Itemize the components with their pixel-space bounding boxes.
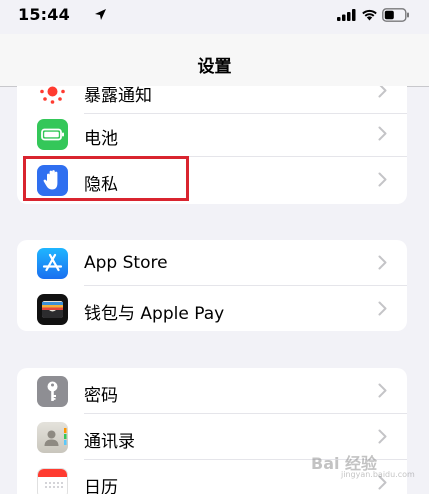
- chevron-right-icon: [378, 172, 387, 187]
- chevron-right-icon: [378, 86, 387, 98]
- settings-row-passwords[interactable]: 密码: [17, 368, 407, 414]
- settings-row-label: 日历: [84, 478, 118, 494]
- chevron-right-icon: [378, 383, 387, 398]
- key-icon: [37, 376, 68, 407]
- highlight-box: [23, 156, 189, 201]
- battery-status-icon: [382, 8, 409, 22]
- settings-row-app-store[interactable]: App Store: [17, 240, 407, 286]
- location-arrow-icon: [95, 9, 106, 20]
- exposure-notification-icon: [37, 86, 68, 107]
- chevron-right-icon: [378, 429, 387, 444]
- battery-icon: [37, 119, 68, 150]
- watermark: Bai 经验 jingyan.baidu.com: [311, 450, 421, 479]
- contacts-icon: [37, 422, 68, 453]
- settings-row-label: App Store: [84, 253, 168, 273]
- settings-row-wallet[interactable]: 钱包与 Apple Pay: [17, 286, 407, 331]
- status-bar: 15:44: [0, 0, 429, 34]
- chevron-right-icon: [378, 126, 387, 141]
- settings-row-label: 通讯录: [84, 432, 135, 452]
- settings-group-2: App Store 钱包与 Apple Pay: [17, 240, 407, 331]
- settings-row-label: 钱包与 Apple Pay: [84, 304, 225, 324]
- settings-row-label: 电池: [84, 129, 118, 149]
- app-store-icon: [37, 248, 68, 279]
- cellular-signal-icon: [337, 9, 356, 21]
- settings-row-label: 密码: [84, 386, 118, 406]
- wallet-icon: [37, 294, 68, 325]
- settings-row-battery[interactable]: 电池: [17, 111, 407, 157]
- settings-row-exposure-notifications[interactable]: 暴露通知: [17, 86, 407, 114]
- wifi-icon: [362, 9, 377, 21]
- navigation-bar: 设置: [0, 34, 429, 87]
- status-time: 15:44: [18, 5, 70, 24]
- chevron-right-icon: [378, 255, 387, 270]
- chevron-right-icon: [378, 301, 387, 316]
- watermark-subtext: jingyan.baidu.com: [341, 470, 415, 479]
- calendar-icon: [37, 468, 68, 494]
- settings-row-label: 暴露通知: [84, 86, 152, 106]
- page-title: 设置: [197, 57, 232, 77]
